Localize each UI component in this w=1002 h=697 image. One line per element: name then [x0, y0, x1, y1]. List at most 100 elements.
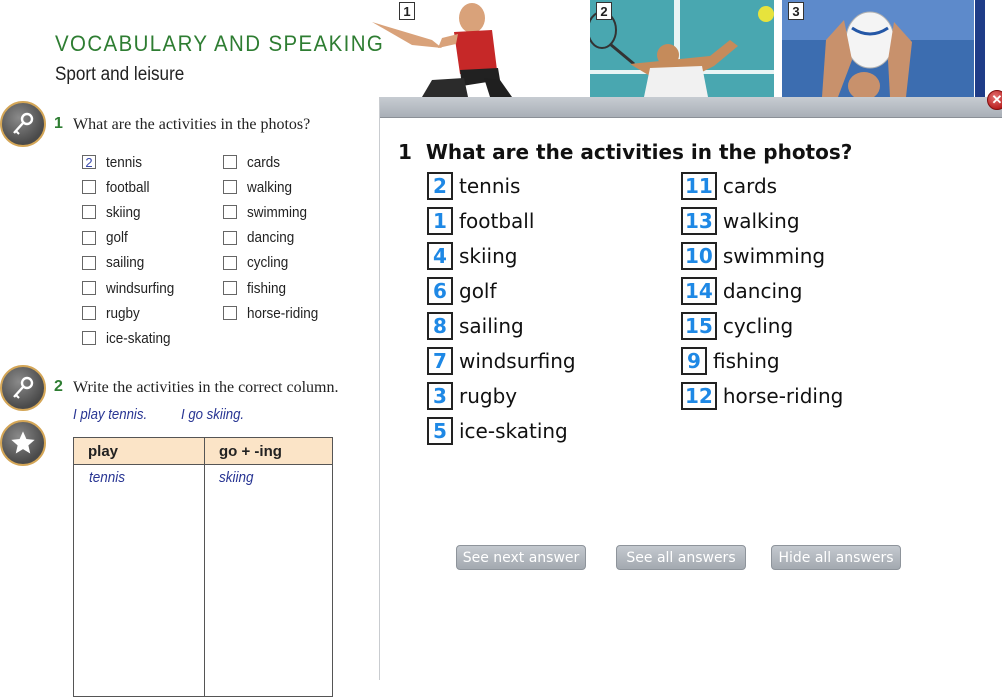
checkbox[interactable] [82, 205, 96, 220]
checklist-label: skiing [106, 203, 141, 221]
answer-row: 7 windsurfing [427, 346, 576, 376]
checkbox[interactable] [82, 180, 96, 195]
page-title: VOCABULARY AND SPEAKING [55, 31, 385, 56]
checklist-label: cards [247, 153, 281, 171]
checklist-item[interactable]: rugby [82, 303, 144, 323]
answer-number-box: 8 [427, 312, 453, 340]
checklist-item[interactable]: dancing [223, 228, 300, 248]
answer-number-box: 12 [681, 382, 717, 410]
photo-strip-edge [975, 0, 985, 97]
key-icon [13, 112, 34, 135]
checklist-item[interactable]: windsurfing [82, 278, 182, 298]
close-icon[interactable]: ✕ [987, 90, 1002, 110]
checkbox[interactable] [223, 255, 237, 270]
answer-label: rugby [459, 384, 518, 408]
checklist-item[interactable]: golf [82, 228, 130, 248]
checkbox[interactable] [223, 155, 237, 169]
table-header-go: go + -ing [205, 438, 332, 465]
checkbox[interactable] [223, 306, 237, 321]
checklist-label: rugby [106, 304, 140, 322]
checklist-label: golf [106, 229, 128, 247]
checklist-label: tennis [106, 153, 143, 171]
exercise-2-number: 2 [54, 378, 63, 395]
table-divider [204, 438, 205, 696]
checklist-item[interactable]: cycling [223, 253, 293, 273]
answer-number-box: 14 [681, 277, 717, 305]
answer-number-box: 9 [681, 347, 707, 375]
answer-row: 9 fishing [681, 346, 780, 376]
footballer-image [372, 3, 512, 97]
answer-label: fishing [713, 349, 780, 373]
table-entry-play[interactable]: tennis [89, 469, 125, 486]
checkbox[interactable] [223, 281, 237, 295]
answer-row: 6 golf [427, 276, 497, 306]
answer-row: 10 swimming [681, 241, 825, 271]
answer-row: 12 horse-riding [681, 381, 843, 411]
star-icon [11, 431, 35, 454]
answer-label: dancing [722, 279, 803, 303]
answer-key-button-2[interactable] [0, 365, 46, 411]
checklist-item[interactable]: sailing [82, 253, 149, 273]
extra-star-button[interactable] [0, 420, 46, 466]
checklist-item[interactable]: fishing [223, 278, 290, 298]
checklist-item[interactable]: walking [223, 177, 297, 197]
checklist-label: sailing [106, 254, 145, 272]
checklist-label: dancing [247, 229, 295, 247]
answer-number-box: 10 [681, 242, 717, 270]
tennis-player-image [590, 0, 774, 97]
checklist-label: walking [247, 178, 293, 196]
checkbox[interactable] [82, 230, 96, 245]
checkbox[interactable] [223, 205, 237, 220]
rugby-player-image [782, 0, 974, 97]
hide-all-answers-button[interactable]: Hide all answers [771, 545, 901, 570]
checklist-label: ice-skating [106, 329, 171, 347]
answer-row: 14 dancing [681, 276, 802, 306]
checkbox[interactable] [82, 306, 96, 321]
answer-label: tennis [459, 174, 521, 198]
checklist-label: cycling [247, 254, 289, 272]
answer-label: swimming [722, 244, 826, 268]
checklist-item[interactable]: ice-skating [82, 328, 178, 348]
answer-row: 4 skiing [427, 241, 518, 271]
checklist-label: horse-riding [247, 304, 319, 322]
checklist-item[interactable]: 2 tennis [82, 152, 146, 172]
checkbox[interactable] [223, 230, 237, 245]
see-all-answers-button[interactable]: See all answers [616, 545, 746, 570]
checklist-item[interactable]: cards [223, 152, 284, 172]
photo-number-3: 3 [788, 2, 804, 20]
checkbox[interactable]: 2 [82, 155, 96, 169]
checklist-item[interactable]: swimming [223, 202, 314, 222]
see-next-answer-button[interactable]: See next answer [456, 545, 586, 570]
checklist-label: swimming [247, 203, 308, 221]
checklist-label: windsurfing [106, 279, 175, 297]
checklist-item[interactable]: horse-riding [223, 303, 326, 323]
example-sentence-play: I play tennis. [73, 406, 148, 423]
photo-1: 1 [372, 0, 522, 97]
answer-panel-titlebar[interactable] [380, 97, 1002, 118]
example-sentence-go: I go skiing. [181, 406, 245, 423]
answer-label: sailing [459, 314, 524, 338]
exercise-1-prompt: What are the activities in the photos? [73, 116, 311, 133]
exercise-2-prompt: Write the activities in the correct colu… [73, 379, 339, 396]
answer-label: golf [459, 279, 497, 303]
table-entry-go[interactable]: skiing [219, 469, 254, 486]
checklist-item[interactable]: football [82, 177, 154, 197]
exercise-1-number: 1 [54, 115, 63, 132]
photo-3: 3 [782, 0, 974, 97]
answer-number-box: 6 [427, 277, 453, 305]
checklist-item[interactable]: skiing [82, 202, 144, 222]
answer-label: skiing [459, 244, 518, 268]
table-header-play: play [74, 438, 204, 465]
checkbox[interactable] [82, 281, 96, 295]
answer-label: walking [722, 209, 800, 233]
answer-label: windsurfing [459, 349, 576, 373]
answer-number-box: 7 [427, 347, 453, 375]
answer-key-button-1[interactable] [0, 101, 46, 147]
answer-number-box: 13 [681, 207, 717, 235]
checkbox[interactable] [82, 255, 96, 270]
answer-number-box: 2 [427, 172, 453, 200]
checkbox[interactable] [223, 180, 237, 195]
answer-row: 1 football [427, 206, 534, 236]
answer-number-box: 5 [427, 417, 453, 445]
checkbox[interactable] [82, 331, 96, 346]
